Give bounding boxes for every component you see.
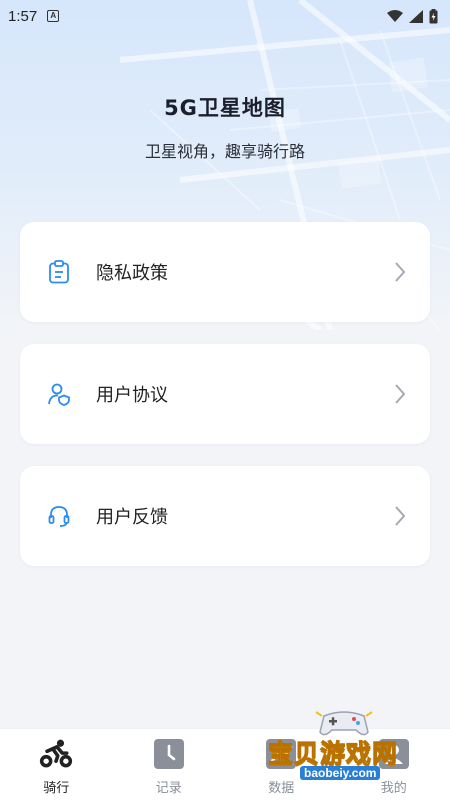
menu-item-user-feedback[interactable]: 用户反馈 [20, 466, 430, 566]
watermark-logo: 宝贝游戏网 baobeiy.com [267, 708, 450, 800]
tab-cycling[interactable]: 骑行 [0, 729, 113, 800]
status-bar: 1:57 A [0, 0, 450, 32]
menu-item-label: 用户反馈 [96, 507, 168, 528]
app-subtitle: 卫星视角，趣享骑行路 [144, 142, 305, 161]
cycling-icon [39, 737, 73, 771]
wifi-icon [387, 9, 403, 22]
user-shield-icon [46, 381, 72, 407]
clock-doc-icon [152, 737, 186, 771]
chevron-right-icon [395, 506, 406, 526]
tab-records[interactable]: 记录 [113, 729, 226, 800]
app-title: 5G卫星地图 [164, 96, 286, 120]
watermark-url: baobeiy.com [300, 766, 381, 780]
tab-label: 记录 [155, 781, 182, 796]
menu-item-user-agreement[interactable]: 用户协议 [20, 344, 430, 444]
menu-item-label: 用户协议 [96, 385, 168, 406]
headset-icon [46, 503, 72, 529]
menu-item-label: 隐私政策 [96, 263, 168, 284]
tab-label: 骑行 [43, 781, 70, 796]
chevron-right-icon [395, 384, 406, 404]
menu-item-privacy-policy[interactable]: 隐私政策 [20, 222, 430, 322]
chevron-right-icon [395, 262, 406, 282]
status-time: 1:57 [8, 7, 38, 25]
signal-icon [409, 9, 423, 23]
watermark-text: 宝贝游戏网 [267, 739, 399, 769]
notification-badge-icon: A [47, 10, 60, 22]
settings-menu: 隐私政策 用户协议 用户反馈 [20, 222, 430, 588]
clipboard-icon [46, 259, 72, 285]
battery-icon [429, 8, 438, 23]
